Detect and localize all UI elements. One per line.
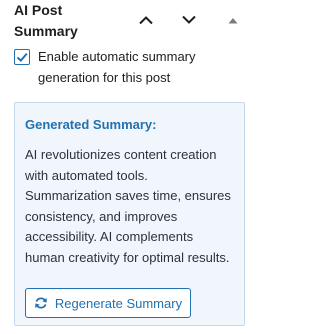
move-up-button[interactable] <box>134 8 158 32</box>
chevron-down-icon <box>182 15 196 24</box>
enable-summary-checkbox[interactable] <box>14 49 30 65</box>
panel-title: AI Post Summary <box>14 2 78 39</box>
chevron-up-icon <box>139 16 153 25</box>
panel-toggle-button[interactable] <box>221 8 245 32</box>
summary-text: AI revolutionizes content creation with … <box>25 147 231 265</box>
regenerate-summary-button[interactable]: Regenerate Summary <box>25 288 191 318</box>
checkmark-icon <box>16 52 28 63</box>
generated-summary-box: Generated Summary: AI revolutionizes con… <box>14 102 245 326</box>
caret-up-icon <box>228 17 238 23</box>
enable-summary-label[interactable]: Enable automatic summary generation for … <box>38 46 243 88</box>
refresh-icon <box>35 297 47 309</box>
summary-heading: Generated Summary: <box>25 117 157 132</box>
move-down-button[interactable] <box>177 8 201 32</box>
panel-header: AI Post Summary <box>0 0 257 42</box>
regenerate-label: Regenerate Summary <box>54 295 183 311</box>
